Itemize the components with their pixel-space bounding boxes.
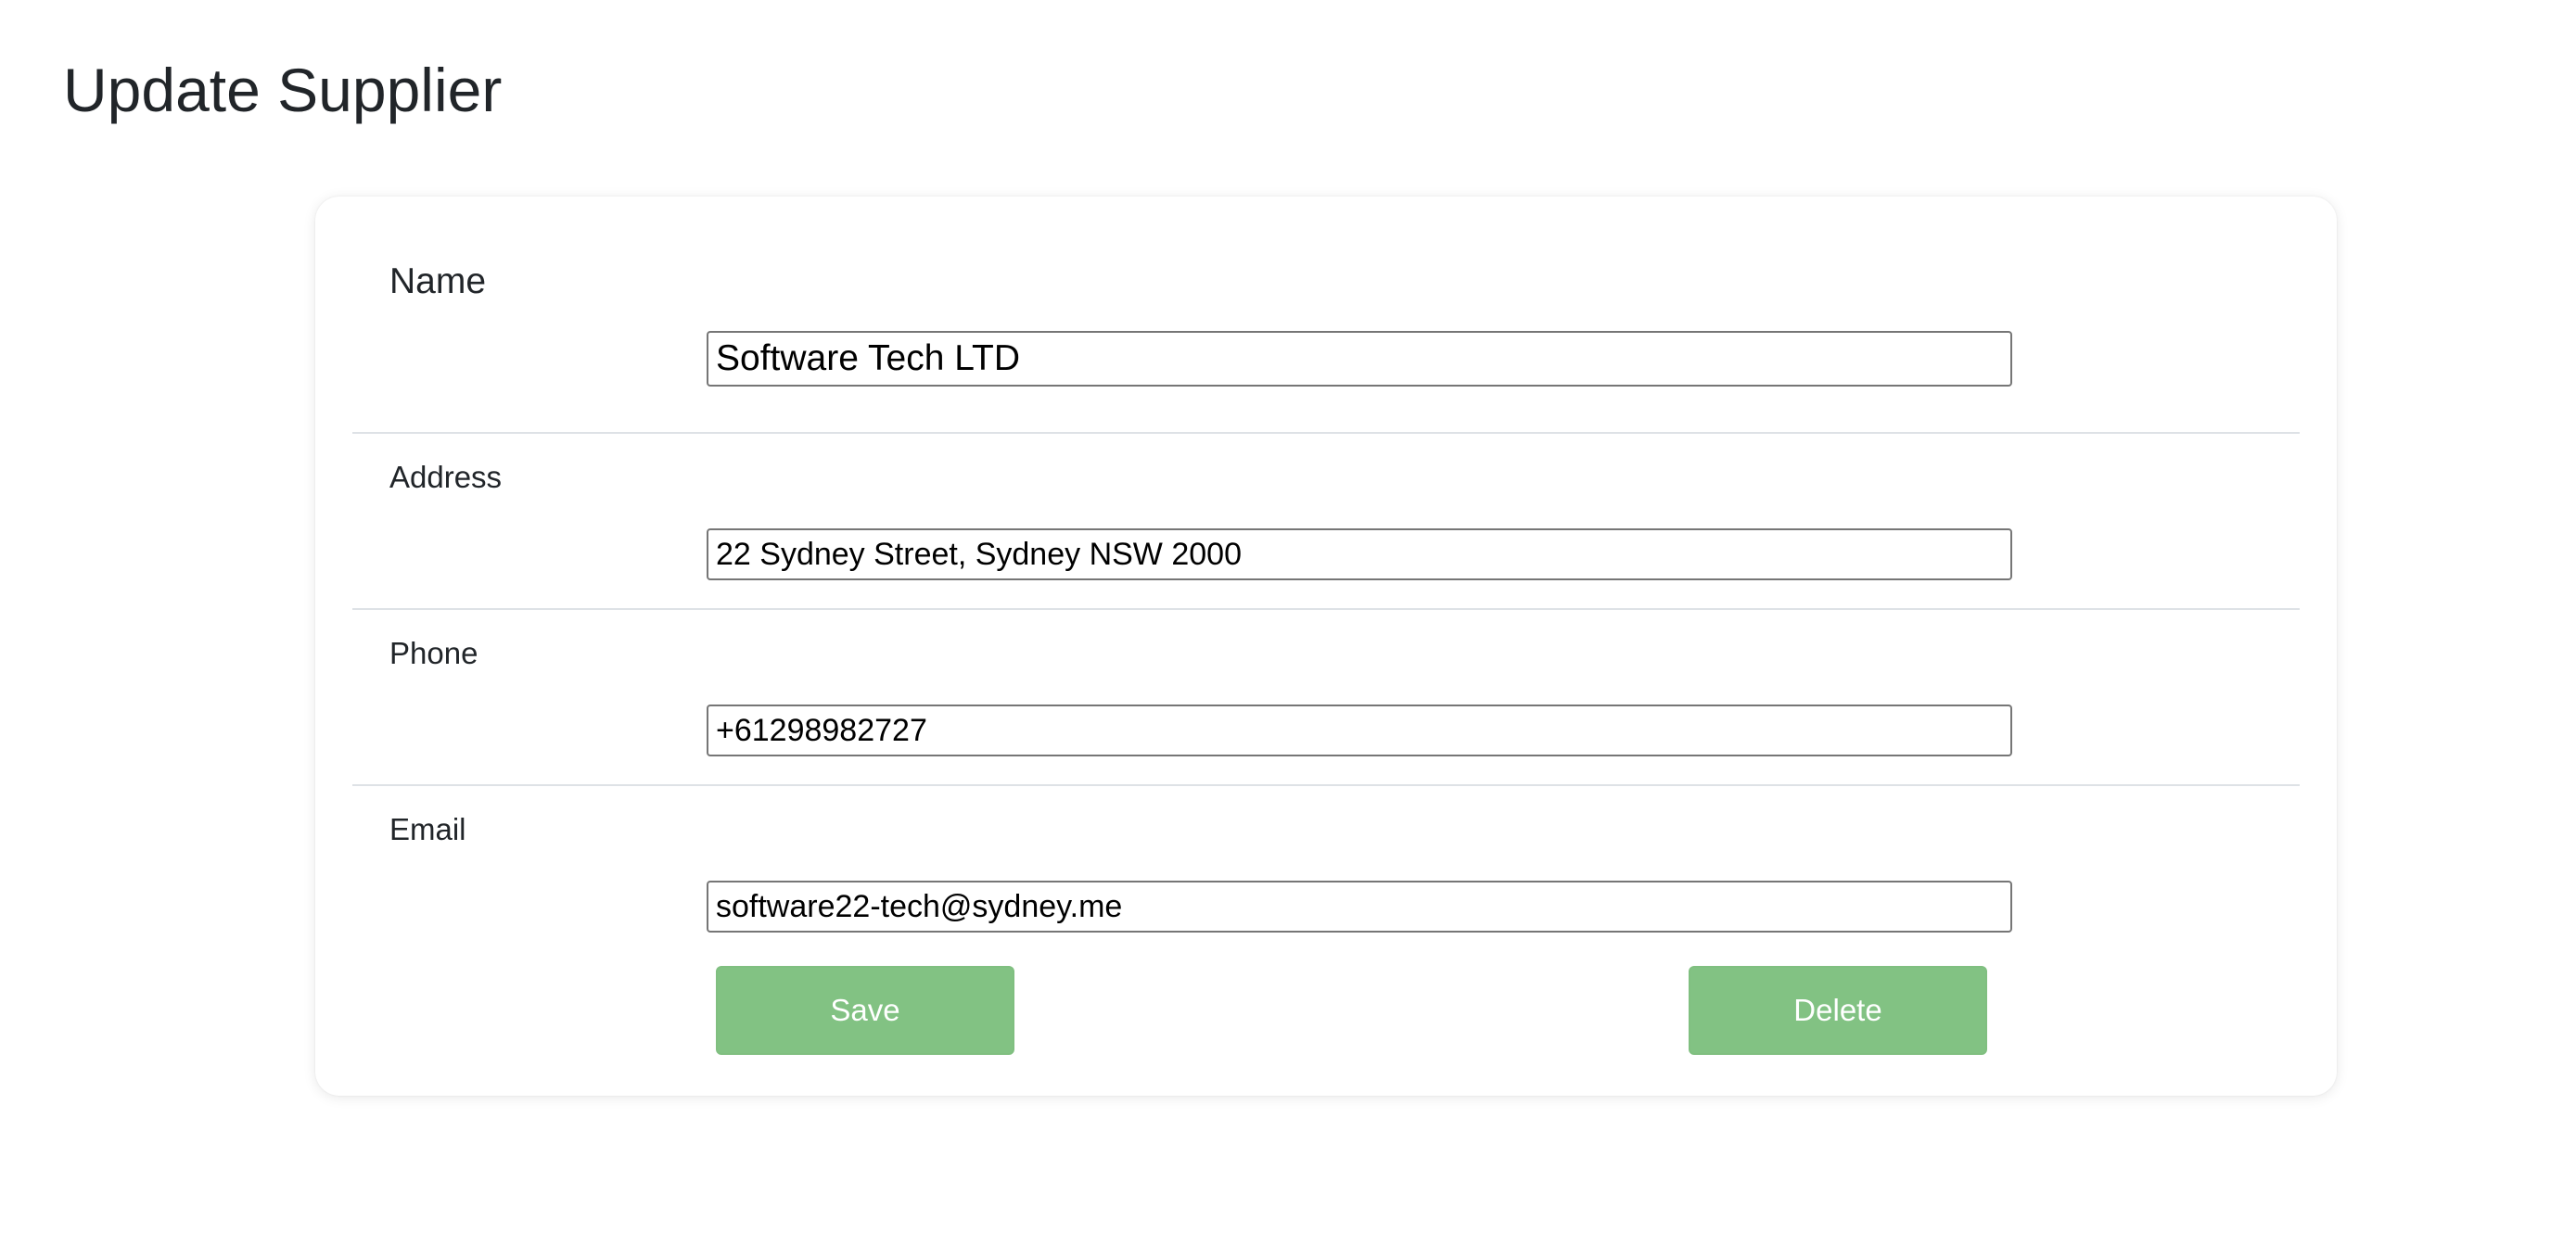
name-section: Name	[352, 197, 2300, 434]
phone-input[interactable]	[707, 705, 2012, 756]
email-label: Email	[389, 812, 466, 846]
page-title: Update Supplier	[63, 56, 503, 124]
phone-label: Phone	[389, 636, 478, 670]
phone-section: Phone	[352, 610, 2300, 786]
supplier-form-card: Name Address Phone Email Save Delete	[315, 197, 2337, 1096]
name-input[interactable]	[707, 331, 2012, 387]
address-input[interactable]	[707, 528, 2012, 580]
address-label: Address	[389, 460, 503, 494]
name-label: Name	[389, 261, 487, 301]
email-input[interactable]	[707, 881, 2012, 933]
address-section: Address	[352, 434, 2300, 610]
delete-button[interactable]: Delete	[1689, 966, 1987, 1055]
email-section: Email	[352, 786, 2300, 953]
save-button[interactable]: Save	[716, 966, 1014, 1055]
